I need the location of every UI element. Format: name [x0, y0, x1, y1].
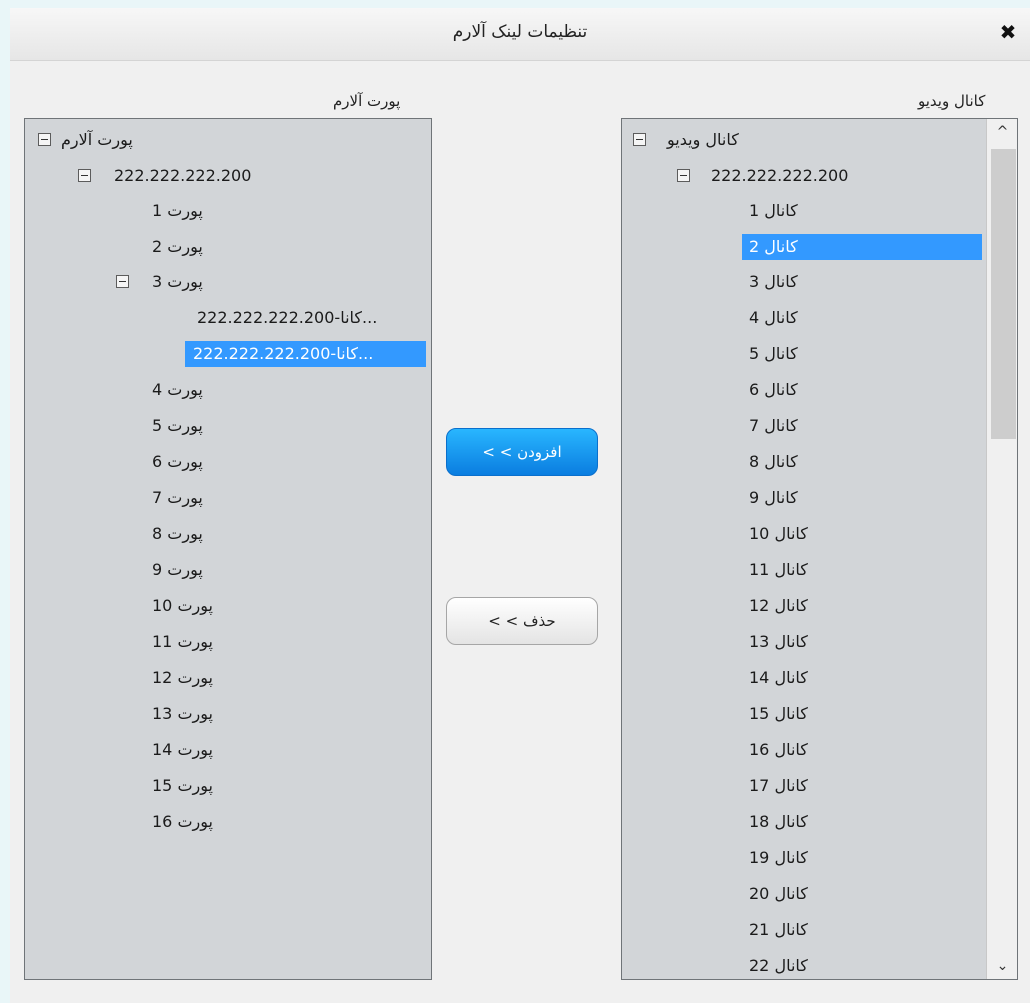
collapse-icon[interactable] — [78, 169, 91, 182]
vertical-scrollbar[interactable]: ^ ⌄ — [986, 119, 1017, 979]
tree-item-channel-13[interactable]: کانال 13 — [749, 629, 808, 655]
tree-item-channel-4[interactable]: کانال 4 — [749, 305, 798, 331]
tree-item-channel-17[interactable]: کانال 17 — [749, 773, 808, 799]
scroll-down-icon[interactable]: ⌄ — [987, 953, 1017, 979]
tree-item-channel-5[interactable]: کانال 5 — [749, 341, 798, 367]
tree-item-port-9[interactable]: پورت 9 — [152, 557, 203, 583]
tree-item-channel-2[interactable]: کانال 2 — [742, 234, 982, 260]
tree-item-port-6[interactable]: پورت 6 — [152, 449, 203, 475]
tree-item-channel-7[interactable]: کانال 7 — [749, 413, 798, 439]
tree-item-channel-19[interactable]: کانال 19 — [749, 845, 808, 871]
dialog-title: تنظیمات لینک آلارم — [452, 22, 588, 42]
tree-item-port3-link-2[interactable]: 222.222.222.200-کانا... — [185, 341, 426, 367]
tree-item-channel-15[interactable]: کانال 15 — [749, 701, 808, 727]
close-icon[interactable]: ✖ — [996, 20, 1020, 44]
add-button[interactable]: < < افزودن — [446, 428, 598, 476]
video-channel-label: کانال ویدیو — [918, 92, 986, 110]
video-channel-tree[interactable]: کانال ویدیو 222.222.222.200 کانال 1 کانا… — [621, 118, 1018, 980]
tree-item-port-11[interactable]: پورت 11 — [152, 629, 213, 655]
tree-item-channel-14[interactable]: کانال 14 — [749, 665, 808, 691]
tree-item-port3-link-1[interactable]: 222.222.222.200-کانا... — [197, 305, 377, 331]
tree-item-channel-8[interactable]: کانال 8 — [749, 449, 798, 475]
tree-item-port-14[interactable]: پورت 14 — [152, 737, 213, 763]
tree-item-channel-3[interactable]: کانال 3 — [749, 269, 798, 295]
tree-item-channel-6[interactable]: کانال 6 — [749, 377, 798, 403]
tree-item-port-16[interactable]: پورت 16 — [152, 809, 213, 835]
tree-root-alarm-port[interactable]: پورت آلارم — [38, 127, 133, 153]
alarm-link-settings-dialog: تنظیمات لینک آلارم ✖ پورت آلارم کانال وی… — [10, 8, 1030, 1003]
tree-item-channel-18[interactable]: کانال 18 — [749, 809, 808, 835]
collapse-icon[interactable] — [116, 275, 129, 288]
tree-item-channel-16[interactable]: کانال 16 — [749, 737, 808, 763]
tree-item-port-2[interactable]: پورت 2 — [152, 234, 203, 260]
tree-item-channel-20[interactable]: کانال 20 — [749, 881, 808, 907]
tree-item-channel-11[interactable]: کانال 11 — [749, 557, 808, 583]
tree-item-channel-22[interactable]: کانال 22 — [749, 953, 808, 979]
tree-node-ip[interactable]: 222.222.222.200 — [78, 163, 251, 189]
tree-item-port-4[interactable]: پورت 4 — [152, 377, 203, 403]
tree-item-channel-1[interactable]: کانال 1 — [749, 198, 798, 224]
tree-item-channel-10[interactable]: کانال 10 — [749, 521, 808, 547]
collapse-icon[interactable] — [677, 169, 690, 182]
tree-item-port-13[interactable]: پورت 13 — [152, 701, 213, 727]
tree-item-port-7[interactable]: پورت 7 — [152, 485, 203, 511]
title-bar: تنظیمات لینک آلارم ✖ — [10, 8, 1030, 61]
remove-button[interactable]: < < حذف — [446, 597, 598, 645]
tree-item-port-5[interactable]: پورت 5 — [152, 413, 203, 439]
tree-root-video-channel[interactable]: کانال ویدیو — [633, 127, 739, 153]
collapse-icon[interactable] — [633, 133, 646, 146]
alarm-port-tree[interactable]: پورت آلارم 222.222.222.200 پورت 1 پورت 2… — [24, 118, 432, 980]
tree-item-port-3[interactable]: پورت 3 — [116, 269, 203, 295]
tree-item-port-1[interactable]: پورت 1 — [152, 198, 203, 224]
tree-item-port-8[interactable]: پورت 8 — [152, 521, 203, 547]
collapse-icon[interactable] — [38, 133, 51, 146]
tree-item-channel-9[interactable]: کانال 9 — [749, 485, 798, 511]
tree-item-port-10[interactable]: پورت 10 — [152, 593, 213, 619]
scrollbar-thumb[interactable] — [991, 149, 1016, 439]
tree-item-channel-12[interactable]: کانال 12 — [749, 593, 808, 619]
scroll-up-icon[interactable]: ^ — [987, 119, 1017, 145]
tree-item-channel-21[interactable]: کانال 21 — [749, 917, 808, 943]
tree-item-port-15[interactable]: پورت 15 — [152, 773, 213, 799]
tree-item-port-12[interactable]: پورت 12 — [152, 665, 213, 691]
alarm-port-label: پورت آلارم — [333, 92, 401, 110]
tree-node-ip[interactable]: 222.222.222.200 — [677, 163, 848, 189]
